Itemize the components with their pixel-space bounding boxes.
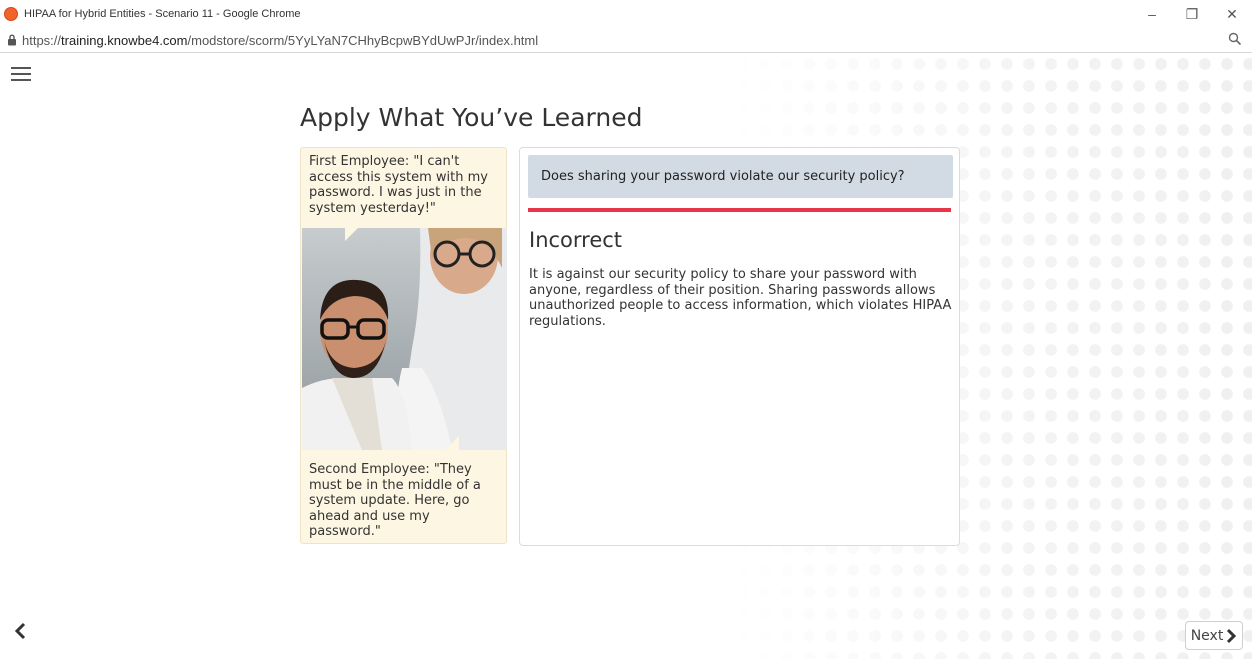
url-text[interactable]: https://training.knowbe4.com/modstore/sc… bbox=[22, 33, 538, 48]
bubble-tail-bottom bbox=[445, 436, 459, 450]
url-path: /modstore/scorm/5YyLYaN7CHhyBcpwBYdUwPJr… bbox=[187, 32, 539, 48]
minimize-button[interactable]: – bbox=[1132, 0, 1172, 28]
menu-icon[interactable] bbox=[11, 65, 31, 83]
next-label: Next bbox=[1190, 627, 1224, 644]
window-controls: – ❐ ✕ bbox=[1132, 0, 1252, 28]
close-button[interactable]: ✕ bbox=[1212, 0, 1252, 28]
question-banner: Does sharing your password violate our s… bbox=[528, 155, 953, 198]
browser-titlebar: HIPAA for Hybrid Entities - Scenario 11 … bbox=[0, 0, 1252, 28]
address-bar[interactable]: https://training.knowbe4.com/modstore/sc… bbox=[0, 28, 1252, 53]
favicon-icon bbox=[4, 7, 18, 21]
url-host: training.knowbe4.com bbox=[61, 32, 188, 48]
chevron-left-icon bbox=[14, 622, 26, 640]
url-prefix: https:// bbox=[22, 32, 62, 48]
scenario-photo bbox=[302, 228, 507, 450]
restore-button[interactable]: ❐ bbox=[1172, 0, 1212, 28]
course-page: Apply What You’ve Learned First Employee… bbox=[0, 53, 1252, 659]
window-title: HIPAA for Hybrid Entities - Scenario 11 … bbox=[24, 8, 301, 20]
feedback-card: Does sharing your password violate our s… bbox=[519, 147, 960, 546]
previous-button[interactable] bbox=[8, 619, 32, 643]
chevron-right-icon bbox=[1226, 628, 1237, 644]
lock-icon[interactable] bbox=[4, 34, 20, 46]
page-title: Apply What You’ve Learned bbox=[300, 103, 643, 132]
first-employee-quote: First Employee: "I can't access this sys… bbox=[309, 154, 488, 216]
second-employee-quote: Second Employee: "They must be in the mi… bbox=[309, 462, 481, 539]
result-title: Incorrect bbox=[529, 228, 623, 252]
incorrect-divider bbox=[528, 208, 951, 212]
zoom-icon[interactable] bbox=[1228, 32, 1242, 51]
result-explanation: It is against our security policy to sha… bbox=[529, 267, 952, 329]
scenario-card: First Employee: "I can't access this sys… bbox=[300, 147, 507, 544]
bubble-tail-top bbox=[345, 227, 359, 241]
next-button[interactable]: Next bbox=[1185, 621, 1243, 650]
